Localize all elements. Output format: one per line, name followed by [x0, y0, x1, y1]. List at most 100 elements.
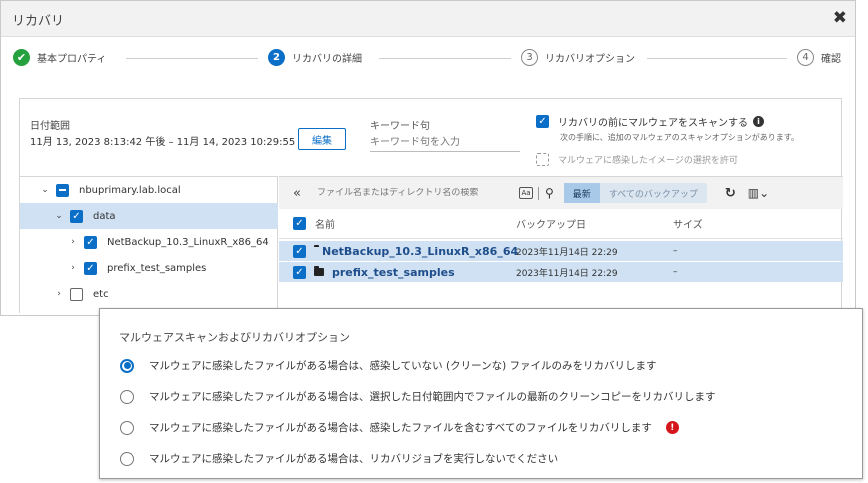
dialog-titlebar: リカバリ ✖ [1, 1, 855, 37]
tree-item-label: NetBackup_10.3_LinuxR_x86_64 [107, 236, 269, 248]
radio-button[interactable] [120, 451, 134, 466]
row-checkbox[interactable]: ✓ [293, 244, 306, 258]
warning-icon: ! [665, 421, 679, 434]
row-name-cell: ✓ prefix_test_samples [293, 265, 516, 279]
step-connector [126, 58, 258, 59]
chevron-down-icon[interactable]: ⌄ [54, 211, 64, 221]
row-name-cell: ✓ NetBackup_10.3_LinuxR_x86_64 [293, 244, 518, 258]
malware-option-do-not-run[interactable]: マルウェアに感染したファイルがある場合は、リカバリジョブを実行しないでください [120, 451, 558, 466]
scan-malware-note: 次の手順に、追加のマルウェアのスキャンオプションがあります。 [560, 133, 799, 142]
step-recovery-options[interactable]: 3 リカバリオプション [521, 49, 635, 66]
directory-tree: ⌄ nbuprimary.lab.local ⌄ ✓ data › ✓ NetB… [20, 176, 278, 314]
file-name-link[interactable]: prefix_test_samples [332, 266, 455, 279]
tree-item-data[interactable]: ⌄ ✓ data [20, 203, 278, 229]
row-date-cell: 2023年11月14日 22:29 [516, 268, 618, 279]
allow-infected-checkbox[interactable] [536, 153, 549, 166]
radio-label: マルウェアに感染したファイルがある場合は、リカバリジョブを実行しないでください [149, 453, 559, 465]
filter-all-backups-button[interactable]: すべてのバックアップ [600, 183, 707, 203]
row-date-cell: 2023年11月14日 22:29 [516, 247, 618, 258]
edit-date-range-button[interactable]: 編集 [298, 128, 346, 150]
date-range-value: 11月 13, 2023 8:13:42 午後 – 11月 14, 2023 1… [30, 137, 319, 148]
collapse-tree-icon[interactable]: « [293, 186, 307, 201]
wizard-stepper: ✔ 基本プロパティ 2 リカバリの詳細 3 リカバリオプション 4 確認 [1, 41, 855, 75]
malware-options-panel: マルウェアスキャンおよびリカバリオプション マルウェアに感染したファイルがある場… [99, 308, 863, 479]
radio-label: マルウェアに感染したファイルがある場合は、感染したファイルを含むすべてのファイル… [149, 422, 652, 434]
step-number: 3 [521, 49, 538, 66]
tree-item-label: data [93, 210, 116, 222]
column-name-label: 名前 [315, 220, 335, 231]
date-range-label: 日付範囲 [30, 121, 70, 132]
tree-checkbox[interactable]: ✓ [84, 261, 97, 275]
step-number: 4 [797, 49, 814, 66]
file-list-toolbar: « Aa ⚲ 最新 すべてのバックアップ ↻ ▥⌄ [279, 177, 843, 209]
backup-filter-toggle: 最新 すべてのバックアップ [563, 183, 707, 203]
tree-item-netbackup[interactable]: › ✓ NetBackup_10.3_LinuxR_x86_64 [20, 229, 278, 255]
malware-option-latest-clean-copy[interactable]: マルウェアに感染したファイルがある場合は、選択した日付範囲内でファイルの最新のク… [120, 389, 715, 404]
info-icon[interactable]: i [753, 116, 764, 127]
chevron-right-icon[interactable]: › [54, 289, 64, 299]
step-review[interactable]: 4 確認 [797, 49, 841, 66]
column-name-header[interactable]: ✓ 名前 [293, 216, 516, 231]
columns-icon[interactable]: ▥⌄ [748, 186, 769, 200]
table-row[interactable]: ✓ NetBackup_10.3_LinuxR_x86_64 2023年11月1… [279, 241, 843, 261]
tree-checkbox[interactable] [56, 183, 69, 197]
scan-malware-label: リカバリの前にマルウェアをスキャンする [558, 118, 748, 129]
step-connector [647, 58, 787, 59]
keyword-input[interactable] [370, 133, 520, 152]
chevron-down-icon[interactable]: ⌄ [40, 185, 50, 195]
tree-item-nbuprimary[interactable]: ⌄ nbuprimary.lab.local [20, 177, 278, 203]
row-size-cell: – [673, 246, 678, 256]
file-table-header: ✓ 名前 バックアップ日 サイズ [279, 209, 843, 239]
file-list-pane: « Aa ⚲ 最新 すべてのバックアップ ↻ ▥⌄ ✓ 名前 バックアップ日 サ… [279, 176, 843, 314]
allow-infected-option[interactable]: マルウェアに感染したイメージの選択を許可 [536, 153, 738, 166]
table-row[interactable]: ✓ prefix_test_samples 2023年11月14日 22:29 … [279, 262, 843, 282]
step-number: 2 [268, 49, 285, 66]
chevron-right-icon[interactable]: › [68, 263, 78, 273]
scan-malware-option[interactable]: ✓ リカバリの前にマルウェアをスキャンする i [536, 114, 764, 129]
chevron-right-icon[interactable]: › [68, 237, 78, 247]
recovery-dialog: リカバリ ✖ ✔ 基本プロパティ 2 リカバリの詳細 3 リカバリオプション 4… [0, 0, 856, 316]
tree-item-etc[interactable]: › etc [20, 281, 278, 307]
tree-item-prefix-test-samples[interactable]: › ✓ prefix_test_samples [20, 255, 278, 281]
step-basic-properties[interactable]: ✔ 基本プロパティ [13, 49, 106, 66]
radio-button[interactable] [120, 389, 134, 404]
radio-button[interactable] [120, 358, 134, 373]
match-case-icon[interactable]: Aa [519, 187, 533, 199]
dialog-title: リカバリ [12, 14, 65, 29]
column-size-header[interactable]: サイズ [673, 216, 753, 231]
keyword-label: キーワード句 [370, 121, 430, 132]
radio-button[interactable] [120, 420, 134, 435]
tree-checkbox[interactable]: ✓ [70, 209, 83, 223]
malware-option-clean-only[interactable]: マルウェアに感染したファイルがある場合は、感染していない (クリーンな) ファイ… [120, 358, 657, 373]
search-icon[interactable]: ⚲ [545, 186, 554, 200]
tree-checkbox[interactable] [70, 287, 83, 301]
malware-options-title: マルウェアスキャンおよびリカバリオプション [119, 331, 350, 344]
folder-icon [314, 266, 324, 276]
toolbar-divider [538, 186, 539, 200]
scan-malware-checkbox[interactable]: ✓ [536, 115, 549, 128]
radio-label: マルウェアに感染したファイルがある場合は、選択した日付範囲内でファイルの最新のク… [149, 391, 716, 403]
recovery-details-panel: 日付範囲 11月 13, 2023 8:13:42 午後 – 11月 14, 2… [19, 98, 843, 314]
file-name-link[interactable]: NetBackup_10.3_LinuxR_x86_64 [322, 245, 518, 258]
filter-latest-button[interactable]: 最新 [563, 183, 600, 203]
tree-item-label: nbuprimary.lab.local [79, 184, 181, 196]
row-size-cell: – [673, 267, 678, 277]
select-all-checkbox[interactable]: ✓ [293, 217, 306, 230]
step-recovery-details[interactable]: 2 リカバリの詳細 [268, 49, 362, 66]
radio-label: マルウェアに感染したファイルがある場合は、感染していない (クリーンな) ファイ… [149, 360, 657, 372]
file-search-input[interactable] [317, 188, 512, 198]
step-label: リカバリの詳細 [292, 54, 362, 65]
column-date-header[interactable]: バックアップ日 [516, 216, 673, 231]
step-done-check-icon: ✔ [13, 49, 30, 66]
step-connector [379, 58, 511, 59]
row-checkbox[interactable]: ✓ [293, 265, 306, 279]
close-icon[interactable]: ✖ [833, 9, 847, 27]
tree-item-label: prefix_test_samples [107, 262, 207, 274]
tree-item-label: etc [93, 288, 109, 300]
malware-option-include-infected[interactable]: マルウェアに感染したファイルがある場合は、感染したファイルを含むすべてのファイル… [120, 420, 679, 435]
refresh-icon[interactable]: ↻ [725, 186, 736, 201]
step-label: 基本プロパティ [37, 54, 107, 65]
step-label: 確認 [821, 54, 841, 65]
tree-checkbox[interactable]: ✓ [84, 235, 97, 249]
step-label: リカバリオプション [545, 54, 635, 65]
